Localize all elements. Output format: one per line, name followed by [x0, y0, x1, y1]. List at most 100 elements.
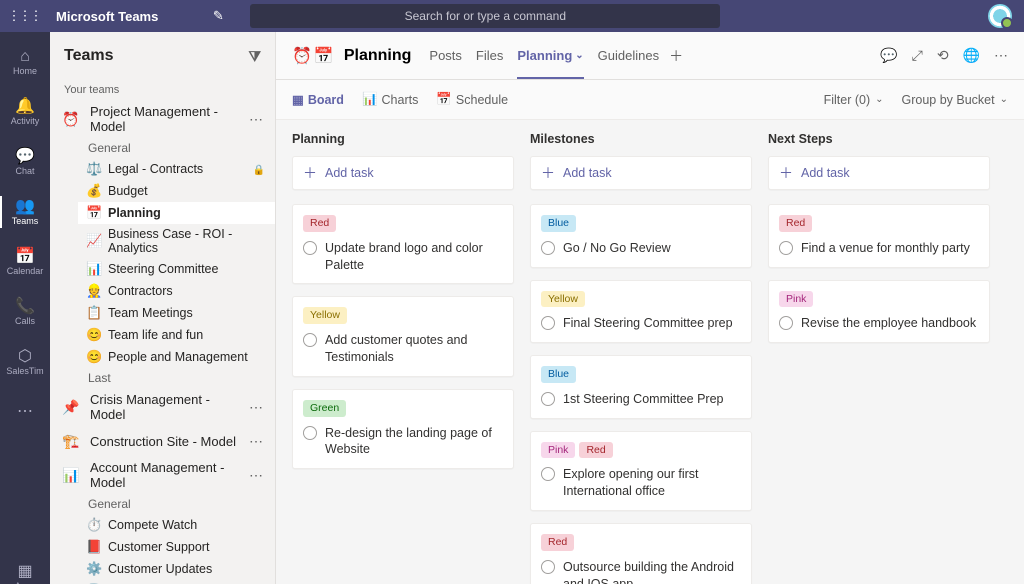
app-launcher-icon[interactable] — [8, 8, 40, 24]
rail-item-calls[interactable]: 📞Calls — [0, 288, 50, 336]
tab-planning[interactable]: Planning⌄ — [517, 32, 583, 79]
add-task-button[interactable]: ＋Add task — [292, 156, 514, 190]
complete-checkbox[interactable] — [541, 392, 555, 406]
team-avatar: 📊 — [60, 464, 82, 486]
rail-item-calendar[interactable]: 📅Calendar — [0, 238, 50, 286]
compose-icon[interactable] — [206, 4, 230, 28]
task-card[interactable]: Yellow Add customer quotes and Testimoni… — [292, 296, 514, 376]
channel-item[interactable]: 📈 Business Case - ROI - Analytics — [78, 224, 275, 258]
channel-item[interactable]: 😊 People and Management — [78, 346, 275, 368]
rail-item-more[interactable]: ⋯ — [0, 388, 50, 436]
add-tab-button[interactable]: ＋ — [669, 46, 683, 66]
app-rail: ⌂Home🔔Activity💬Chat👥Teams📅Calendar📞Calls… — [0, 32, 50, 584]
channel-icon: ⚙️ — [86, 561, 102, 577]
channel-icon: ⚖️ — [86, 161, 102, 177]
channel-name: Team life and fun — [108, 328, 203, 342]
channel-item[interactable]: 👷 Contractors — [78, 280, 275, 302]
channel-group-label: Last — [78, 368, 275, 388]
rail-item-chat[interactable]: 💬Chat — [0, 138, 50, 186]
channel-item[interactable]: 🗑️ Contracts - licensing — [78, 580, 275, 584]
complete-checkbox[interactable] — [541, 241, 555, 255]
channel-item[interactable]: 📕 Customer Support — [78, 536, 275, 558]
view-icon: 📅 — [436, 92, 452, 107]
channel-icons: ⏰📅 — [292, 46, 334, 66]
add-task-button[interactable]: ＋Add task — [530, 156, 752, 190]
team-row[interactable]: ⏰ Project Management - Model — [50, 100, 275, 138]
team-more-icon[interactable] — [247, 433, 265, 450]
channel-item[interactable]: 📋 Team Meetings — [78, 302, 275, 324]
channel-icon: 📅 — [86, 205, 102, 221]
task-title: Go / No Go Review — [563, 240, 671, 257]
rail-item-activity[interactable]: 🔔Activity — [0, 88, 50, 136]
header-actions: 💬 ⤢ ⟲ 🌐 — [880, 47, 1008, 64]
task-card[interactable]: PinkRed Explore opening our first Intern… — [530, 431, 752, 511]
task-card[interactable]: Green Re-design the landing page of Webs… — [292, 389, 514, 469]
add-task-button[interactable]: ＋Add task — [768, 156, 990, 190]
view-charts[interactable]: 📊Charts — [362, 92, 418, 107]
team-row[interactable]: 🏗️ Construction Site - Model — [50, 426, 275, 456]
search-input[interactable]: Search for or type a command — [250, 4, 720, 28]
tab-files[interactable]: Files — [476, 32, 503, 79]
channel-name: Customer Support — [108, 540, 209, 554]
complete-checkbox[interactable] — [541, 560, 555, 574]
team-row[interactable]: 📊 Account Management - Model — [50, 456, 275, 494]
reply-icon[interactable]: 💬 — [880, 47, 897, 64]
task-card[interactable]: Red Update brand logo and color Palette — [292, 204, 514, 284]
view-board[interactable]: ▦Board — [292, 92, 344, 107]
rail-item-teams[interactable]: 👥Teams — [0, 188, 50, 236]
task-card[interactable]: Red Find a venue for monthly party — [768, 204, 990, 268]
channel-item[interactable]: 📊 Steering Committee — [78, 258, 275, 280]
complete-checkbox[interactable] — [541, 316, 555, 330]
filter-control[interactable]: Filter (0)⌄ — [824, 93, 884, 107]
team-more-icon[interactable] — [247, 467, 265, 484]
channel-name: Legal - Contracts — [108, 162, 203, 176]
tag-blue: Blue — [541, 366, 576, 383]
tag-red: Red — [303, 215, 336, 232]
team-avatar: 📌 — [60, 396, 82, 418]
more-icon[interactable] — [994, 47, 1008, 64]
team-row[interactable]: 📌 Crisis Management - Model — [50, 388, 275, 426]
complete-checkbox[interactable] — [303, 333, 317, 347]
task-title: Find a venue for monthly party — [801, 240, 970, 257]
team-name: Construction Site - Model — [90, 434, 239, 449]
task-card[interactable]: Pink Revise the employee handbook — [768, 280, 990, 344]
globe-icon[interactable]: 🌐 — [963, 47, 980, 64]
team-more-icon[interactable] — [247, 111, 265, 128]
filter-icon[interactable] — [249, 48, 262, 65]
channel-item[interactable]: 💰 Budget — [78, 180, 275, 202]
channel-item[interactable]: 📅 Planning — [78, 202, 275, 224]
app-title: Microsoft Teams — [56, 9, 158, 24]
complete-checkbox[interactable] — [303, 241, 317, 255]
tab-guidelines[interactable]: Guidelines — [598, 32, 659, 79]
complete-checkbox[interactable] — [303, 426, 317, 440]
chevron-down-icon: ⌄ — [575, 50, 583, 61]
tab-posts[interactable]: Posts — [429, 32, 462, 79]
task-card[interactable]: Red Outsource building the Android and I… — [530, 523, 752, 584]
bucket-title: Milestones — [530, 132, 752, 146]
channel-item[interactable]: ⏱️ Compete Watch — [78, 514, 275, 536]
plus-icon: ＋ — [303, 163, 317, 183]
task-card[interactable]: Blue Go / No Go Review — [530, 204, 752, 268]
channel-name: Contractors — [108, 284, 173, 298]
rail-item-apps[interactable]: ▦Apps — [0, 553, 50, 584]
complete-checkbox[interactable] — [779, 241, 793, 255]
expand-icon[interactable]: ⤢ — [912, 47, 923, 64]
task-title: Explore opening our first International … — [563, 466, 741, 500]
team-more-icon[interactable] — [247, 399, 265, 416]
channel-item[interactable]: ⚙️ Customer Updates — [78, 558, 275, 580]
tag-red: Red — [579, 442, 612, 459]
task-card[interactable]: Blue 1st Steering Committee Prep — [530, 355, 752, 419]
channel-item[interactable]: 😊 Team life and fun — [78, 324, 275, 346]
rail-item-salestim[interactable]: ⬡SalesTim — [0, 338, 50, 386]
avatar[interactable] — [988, 4, 1012, 28]
channel-item[interactable]: ⚖️ Legal - Contracts — [78, 158, 275, 180]
group-by-control[interactable]: Group by Bucket⌄ — [902, 93, 1009, 107]
rail-item-home[interactable]: ⌂Home — [0, 38, 50, 86]
view-schedule[interactable]: 📅Schedule — [436, 92, 508, 107]
tag-red: Red — [779, 215, 812, 232]
task-card[interactable]: Yellow Final Steering Committee prep — [530, 280, 752, 344]
complete-checkbox[interactable] — [779, 316, 793, 330]
channel-name: Business Case - ROI - Analytics — [108, 227, 265, 255]
refresh-icon[interactable]: ⟲ — [937, 47, 949, 64]
complete-checkbox[interactable] — [541, 467, 555, 481]
